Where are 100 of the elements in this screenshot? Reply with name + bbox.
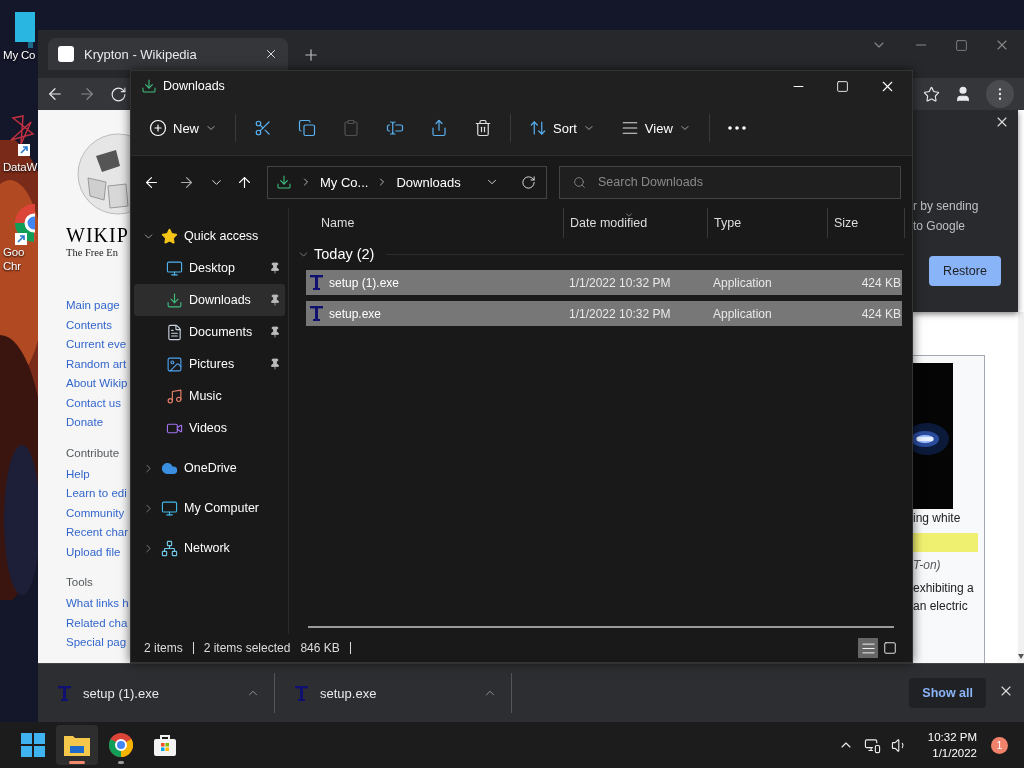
- selection-size: 846 KB: [300, 641, 340, 655]
- app-icon: [310, 275, 323, 290]
- nav-item[interactable]: Videos: [134, 412, 285, 444]
- nav-item[interactable]: OneDrive: [134, 452, 285, 484]
- group-header[interactable]: Today (2): [297, 238, 912, 270]
- nav-label: My Computer: [184, 501, 261, 515]
- pronunciation-text: T-on): [913, 557, 942, 574]
- nav-item[interactable]: Pictures: [134, 348, 285, 380]
- delete-button[interactable]: [474, 119, 492, 137]
- nav-label: Music: [189, 389, 223, 403]
- sidebar-link[interactable]: Related cha: [66, 613, 130, 633]
- details-view-button[interactable]: [858, 638, 878, 658]
- nav-item[interactable]: Network: [134, 532, 285, 564]
- scrollbar[interactable]: [308, 626, 894, 628]
- document-icon: [166, 323, 183, 341]
- column-header[interactable]: Name: [306, 208, 563, 238]
- download-item[interactable]: setup.exe: [275, 673, 512, 713]
- pin-icon[interactable]: [269, 294, 281, 306]
- cut-button[interactable]: [254, 119, 272, 137]
- sidebar-link[interactable]: What links h: [66, 594, 130, 614]
- nav-label: Desktop: [189, 261, 236, 275]
- pin-icon[interactable]: [269, 358, 281, 370]
- nav-item[interactable]: My Computer: [134, 492, 285, 524]
- sidebar-link[interactable]: Learn to edi: [66, 484, 130, 504]
- nav-item[interactable]: Quick access: [134, 220, 285, 252]
- sidebar-link[interactable]: Random art: [66, 354, 130, 374]
- sidebar-heading: Tools: [66, 576, 94, 588]
- show-all-button[interactable]: Show all: [909, 678, 986, 708]
- sidebar-link[interactable]: Special pag: [66, 633, 130, 653]
- star-icon[interactable]: [923, 85, 940, 103]
- file-row[interactable]: setup (1).exe 1/1/2022 10:32 PM Application 424 KB: [306, 270, 902, 295]
- sidebar-link[interactable]: Contents: [66, 315, 130, 335]
- network-icon[interactable]: [863, 736, 881, 754]
- sidebar-link[interactable]: Donate: [66, 413, 130, 433]
- tab-favicon-icon: [58, 46, 74, 62]
- tile-icon: [883, 641, 897, 655]
- search-field[interactable]: Search Downloads: [559, 165, 901, 199]
- nav-item[interactable]: Music: [134, 380, 285, 412]
- scrollbar[interactable]: [1018, 312, 1024, 663]
- nav-item[interactable]: Downloads: [134, 284, 285, 316]
- taskbar-button[interactable]: [56, 725, 98, 765]
- copy-button[interactable]: [298, 119, 316, 137]
- file-date: 1/1/2022 10:32 PM: [568, 306, 672, 321]
- nav-label: OneDrive: [184, 461, 238, 475]
- scissors-icon: [254, 119, 272, 137]
- desktop-icon-label: Goo: [3, 245, 25, 259]
- desktop-icon[interactable]: My Co: [0, 12, 38, 62]
- column-header[interactable]: Date modified: [563, 208, 707, 238]
- profile-icon[interactable]: [954, 85, 972, 103]
- file-size: 424 KB: [860, 306, 902, 321]
- forward-icon[interactable]: [78, 85, 96, 103]
- new-tab-icon[interactable]: [302, 46, 320, 64]
- pin-icon[interactable]: [269, 262, 281, 274]
- desktop-icon[interactable]: DataW: [0, 114, 38, 174]
- address-bar[interactable]: My Co... Downloads: [267, 165, 547, 199]
- nav-label: Downloads: [189, 293, 252, 307]
- sidebar-link[interactable]: Contact us: [66, 393, 130, 413]
- more-button[interactable]: [727, 126, 746, 130]
- sidebar-link[interactable]: Help: [66, 464, 130, 484]
- file-size: 424 KB: [860, 275, 902, 290]
- column-header[interactable]: Type: [707, 208, 827, 238]
- sidebar-link[interactable]: Current eve: [66, 335, 130, 355]
- download-icon: [141, 78, 157, 94]
- reload-icon[interactable]: [110, 85, 127, 103]
- close-icon[interactable]: [264, 47, 278, 61]
- clock[interactable]: 10:32 PM 1/1/2022: [927, 729, 977, 761]
- download-name: setup.exe: [320, 685, 378, 701]
- scroll-down-icon[interactable]: [1018, 654, 1024, 659]
- selection-info: 2 items selected: [203, 641, 291, 655]
- sidebar-link[interactable]: About Wikip: [66, 374, 130, 394]
- file-row[interactable]: setup.exe 1/1/2022 10:32 PM Application 424 KB: [306, 301, 902, 326]
- sort-button[interactable]: Sort: [529, 119, 595, 137]
- back-icon[interactable]: [46, 85, 64, 103]
- breadcrumb[interactable]: My Co...: [320, 174, 369, 190]
- image-caption: ing white: [913, 510, 962, 527]
- infobox-text: exhibiting a: [913, 580, 975, 597]
- nav-item[interactable]: Desktop: [134, 252, 285, 284]
- sidebar-link[interactable]: Community: [66, 503, 130, 523]
- sidebar-link[interactable]: Upload file: [66, 542, 130, 562]
- refresh-icon[interactable]: [521, 174, 536, 190]
- pin-icon[interactable]: [269, 326, 281, 338]
- column-header[interactable]: Size: [827, 208, 905, 238]
- desktop-icon-label: DataW: [3, 160, 38, 174]
- wiki-logo-title: WIKIP: [66, 224, 130, 247]
- view-button[interactable]: View: [620, 119, 691, 137]
- tab-title: Krypton - Wikipedia: [84, 46, 198, 62]
- nav-item[interactable]: Documents: [134, 316, 285, 348]
- add-icon: [149, 119, 167, 137]
- restore-button[interactable]: Restore: [929, 256, 1001, 286]
- share-button[interactable]: [430, 119, 448, 137]
- desktop-icon-label: Chr: [3, 259, 21, 273]
- browser-tab[interactable]: Krypton - Wikipedia: [48, 38, 288, 70]
- list-icon: [860, 640, 876, 656]
- download-item[interactable]: setup (1).exe: [38, 673, 275, 713]
- rename-button[interactable]: [386, 119, 404, 137]
- sidebar-link[interactable]: Recent char: [66, 523, 130, 543]
- breadcrumb[interactable]: Downloads: [396, 174, 461, 190]
- sidebar-link[interactable]: Main page: [66, 296, 130, 316]
- new-button[interactable]: New: [149, 119, 217, 137]
- item-count: 2 items: [144, 641, 183, 655]
